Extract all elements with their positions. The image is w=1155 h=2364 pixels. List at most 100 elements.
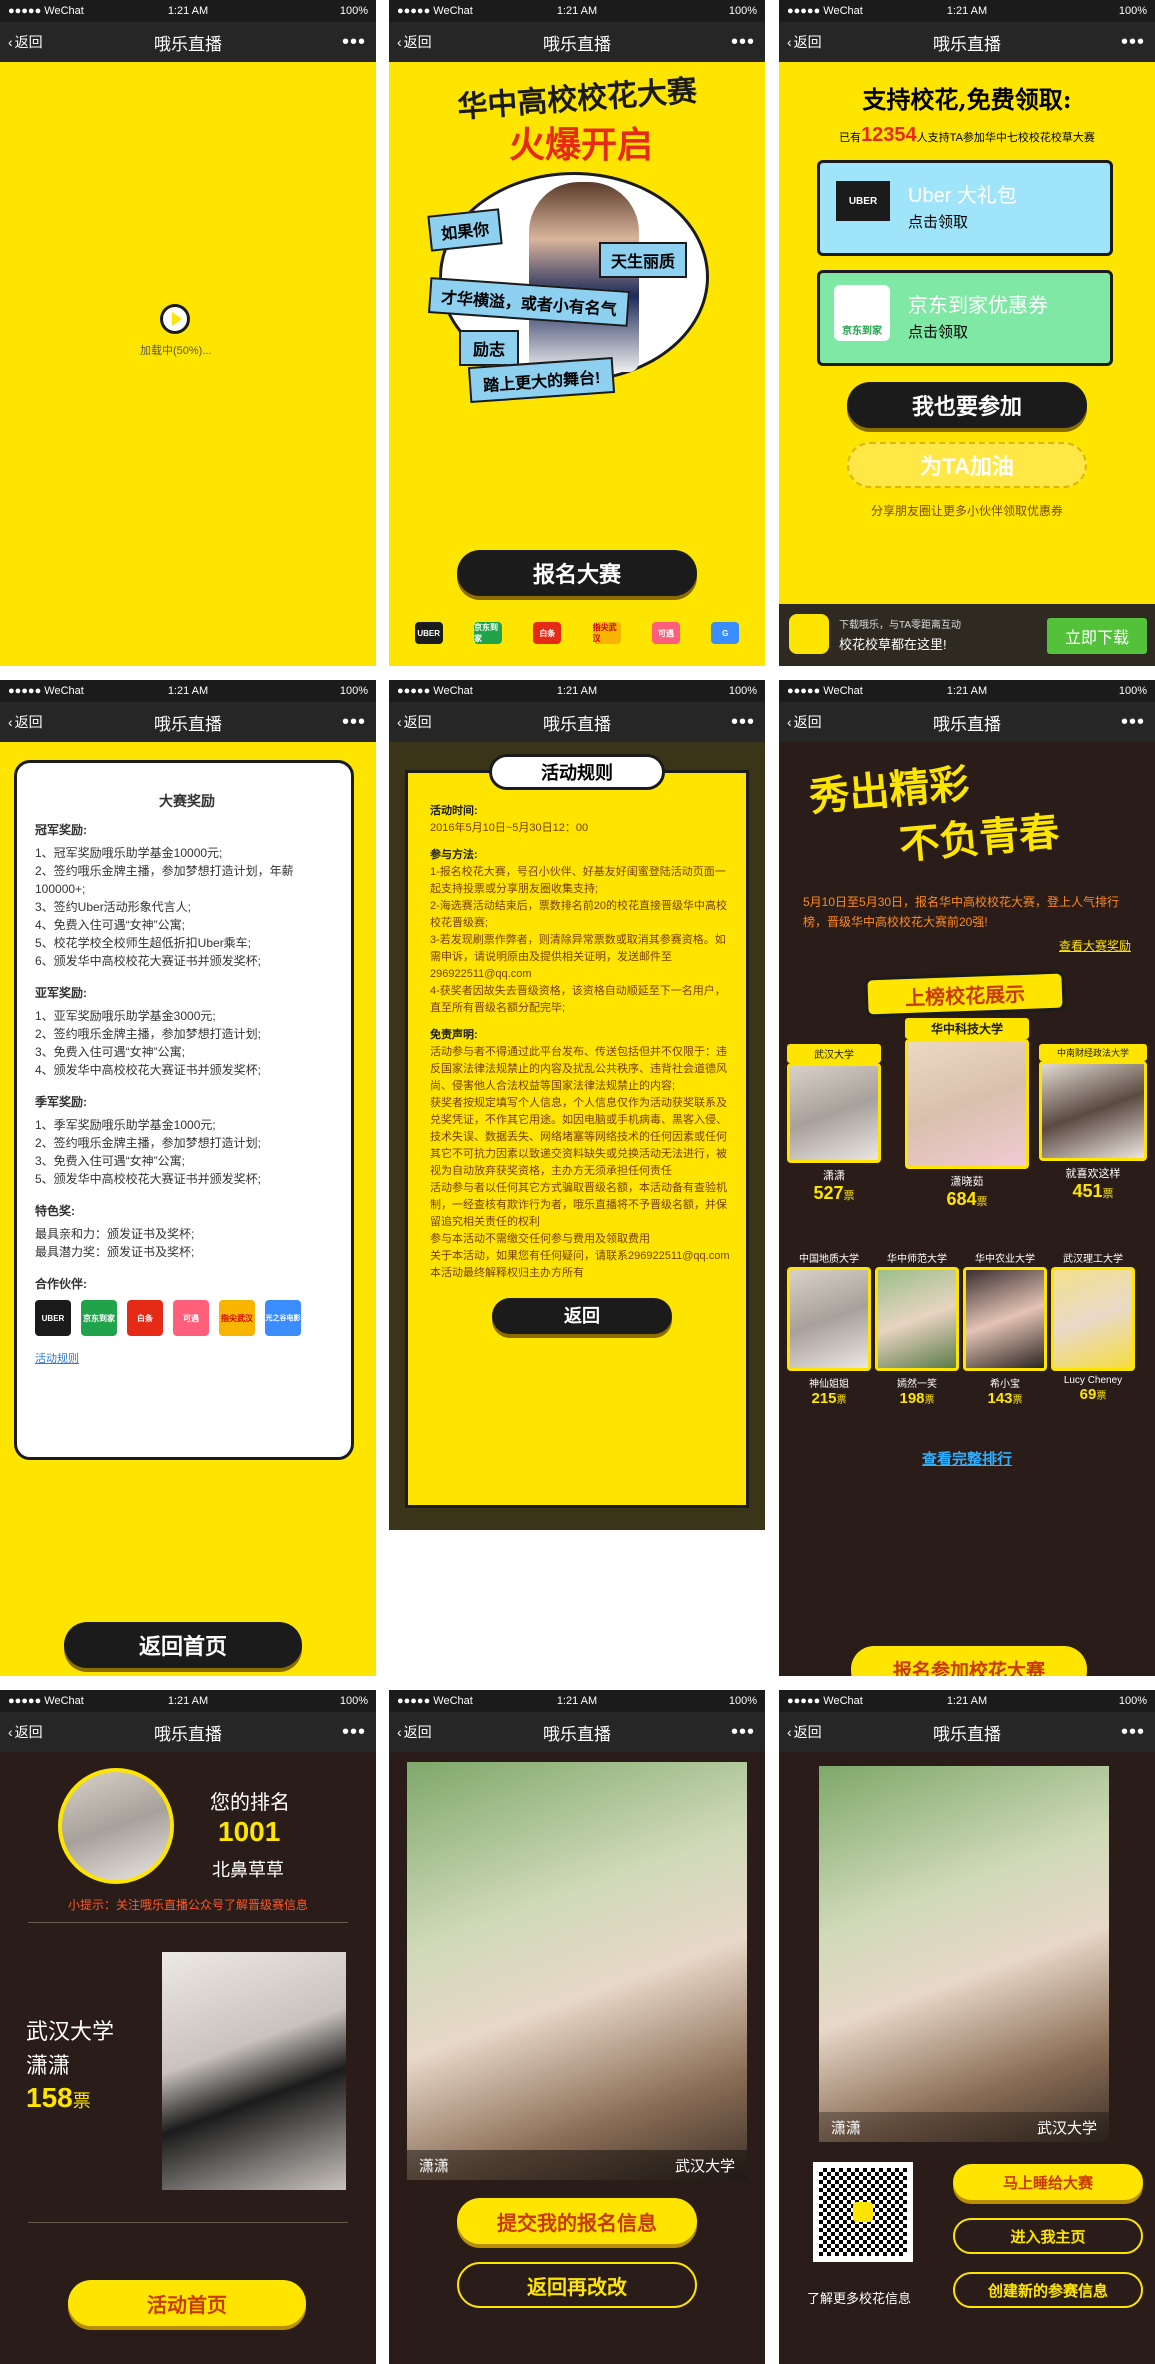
- more-icon[interactable]: •••: [1121, 1721, 1145, 1744]
- contestant-photo: [1039, 1061, 1147, 1161]
- back-button[interactable]: ‹ 返回: [8, 712, 43, 732]
- awards-link[interactable]: 查看大赛奖励: [1059, 937, 1131, 954]
- screen-intro: ●●●●● WeChat 1:21 AM 100% ‹ 返回 哦乐直播 ••• 华…: [389, 0, 765, 666]
- list-item: 6、颁发华中高校校花大赛证书并颁发奖杯;: [35, 954, 262, 968]
- photo-caption: 潇潇 武汉大学: [407, 2150, 747, 2180]
- activity-home-button[interactable]: 活动首页: [68, 2280, 306, 2326]
- vote-count: 527: [813, 1183, 844, 1203]
- ranking-signup-button[interactable]: 报名参加校花大赛: [851, 1646, 1087, 1676]
- back-button[interactable]: ‹ 返回: [397, 32, 432, 52]
- vote-unit: 票: [1102, 1188, 1114, 1200]
- vote-unit: 票: [976, 1196, 988, 1208]
- contestant-photo: [905, 1039, 1029, 1169]
- nav-bar: ‹ 返回 哦乐直播 •••: [779, 1712, 1155, 1752]
- rules-back-button[interactable]: 返回: [492, 1298, 672, 1334]
- signup-button[interactable]: 报名大赛: [457, 550, 697, 596]
- caption-school: 武汉大学: [1036, 2119, 1097, 2137]
- carrier-text: ●●●●● WeChat: [397, 5, 473, 17]
- vote-count: 198: [899, 1390, 925, 1407]
- rank-card[interactable]: 中国地质大学 神仙姐姐 215票: [787, 1250, 871, 1408]
- more-icon[interactable]: •••: [342, 711, 366, 734]
- nav-title: 哦乐直播: [154, 34, 222, 54]
- rank-card[interactable]: 华中师范大学 嫣然一笑 198票: [875, 1250, 959, 1408]
- status-bar: ●●●●● WeChat 1:21 AM 100%: [389, 680, 765, 702]
- third-list: 1、季军奖励哦乐助学基金1000元; 2、签约哦乐金牌主播，参加梦想打造计划; …: [35, 1116, 339, 1188]
- status-bar: ●●●●● WeChat 1:21 AM 100%: [389, 0, 765, 22]
- back-label: 返回: [14, 1724, 43, 1740]
- screen-support: ●●●●● WeChat 1:21 AM 100% ‹ 返回 哦乐直播 ••• 支…: [779, 0, 1155, 666]
- headline-2: 不负青春: [897, 808, 1062, 869]
- rules-link[interactable]: 活动规则: [35, 1350, 339, 1366]
- back-button[interactable]: ‹ 返回: [787, 712, 822, 732]
- divider: [28, 1922, 348, 1923]
- screen-awards: ●●●●● WeChat 1:21 AM 100% ‹ 返回 哦乐直播 ••• 大…: [0, 680, 376, 1676]
- back-label: 返回: [793, 714, 822, 730]
- list-item: 4、颁发华中高校校花大赛证书并颁发奖杯;: [35, 1063, 262, 1077]
- edit-button[interactable]: 返回再改改: [457, 2262, 697, 2308]
- jd-logo: 京东到家: [834, 285, 890, 341]
- enter-home-button[interactable]: 进入我主页: [953, 2218, 1143, 2254]
- contestant-photo: [787, 1267, 871, 1371]
- jd-coupon-card[interactable]: 京东到家 京东到家优惠券 点击领取: [817, 270, 1113, 366]
- back-label: 返回: [403, 34, 432, 50]
- more-icon[interactable]: •••: [731, 711, 755, 734]
- contestant-name: 嫣然一笑: [897, 1379, 937, 1390]
- rank-card[interactable]: 华中科技大学 潇晓茹 684票: [905, 1018, 1029, 1210]
- battery-text: 100%: [1118, 5, 1147, 17]
- runnerup-list: 1、亚军奖励哦乐助学基金3000元; 2、签约哦乐金牌主播，参加梦想打造计划; …: [35, 1007, 339, 1079]
- more-icon[interactable]: •••: [342, 1721, 366, 1744]
- battery-text: 100%: [1118, 685, 1147, 697]
- uber-logo: UBER: [836, 181, 890, 221]
- submit-button[interactable]: 提交我的报名信息: [457, 2198, 697, 2244]
- chevron-left-icon: ‹: [8, 1724, 13, 1740]
- photo-caption: 潇潇 武汉大学: [819, 2112, 1109, 2142]
- rank-label: 您的排名: [210, 1792, 290, 1814]
- nav-bar: ‹ 返回 哦乐直播 •••: [389, 22, 765, 62]
- rank-card[interactable]: 中南财经政法大学 就喜欢这样 451票: [1039, 1044, 1147, 1202]
- sponsor-baitiao: 白条: [533, 622, 562, 644]
- home-button[interactable]: 返回首页: [64, 1622, 302, 1668]
- battery-text: 100%: [728, 5, 757, 17]
- rules-method-heading: 参与方法:: [430, 849, 478, 861]
- more-icon[interactable]: •••: [1121, 711, 1145, 734]
- share-tip: 分享朋友圈让更多小伙伴领取优惠券: [870, 504, 1063, 518]
- back-button[interactable]: ‹ 返回: [8, 32, 43, 52]
- more-icon[interactable]: •••: [342, 31, 366, 54]
- battery-text: 100%: [728, 1695, 757, 1707]
- my-name: 潇潇: [26, 2053, 71, 2078]
- back-button[interactable]: ‹ 返回: [397, 1722, 432, 1742]
- more-icon[interactable]: •••: [731, 1721, 755, 1744]
- back-button[interactable]: ‹ 返回: [787, 32, 822, 52]
- vote-button[interactable]: 马上睡给大赛: [953, 2164, 1143, 2200]
- download-banner: 下载哦乐，与TA零距离互动 校花校草都在这里! 立即下载: [779, 604, 1155, 666]
- back-button[interactable]: ‹ 返回: [397, 712, 432, 732]
- full-ranking-link[interactable]: 查看完整排行: [779, 1448, 1155, 1469]
- support-count: 12354: [861, 124, 917, 146]
- rank-card[interactable]: 武汉大学 潇潇 527票: [787, 1044, 881, 1204]
- uber-coupon-card[interactable]: UBER Uber 大礼包 点击领取: [817, 160, 1113, 256]
- nav-title: 哦乐直播: [154, 1724, 222, 1744]
- status-bar: ●●●●● WeChat 1:21 AM 100%: [389, 1690, 765, 1712]
- back-label: 返回: [793, 34, 822, 50]
- back-label: 返回: [14, 714, 43, 730]
- screen-share: ●●●●● WeChat 1:21 AM 100% ‹ 返回 哦乐直播 ••• 潇…: [779, 1690, 1155, 2364]
- join-button[interactable]: 我也要参加: [847, 382, 1087, 428]
- rank-card[interactable]: 华中农业大学 希小宝 143票: [963, 1250, 1047, 1408]
- download-button[interactable]: 立即下载: [1047, 618, 1147, 654]
- nav-bar: ‹ 返回 哦乐直播 •••: [389, 1712, 765, 1752]
- back-button[interactable]: ‹ 返回: [8, 1722, 43, 1742]
- rules-disclaimer: 活动参与者不得通过此平台发布、传送包括但并不仅限于：违反国家法律法规禁止的内容及…: [430, 1046, 730, 1279]
- screen-submit: ●●●●● WeChat 1:21 AM 100% ‹ 返回 哦乐直播 ••• 潇…: [389, 1690, 765, 2364]
- caption-name: 潇潇: [419, 2157, 450, 2175]
- rank-card[interactable]: 武汉理工大学 Lucy Cheney 69票: [1051, 1250, 1135, 1404]
- showcase-title: 上榜校花展示: [864, 970, 1066, 1018]
- chevron-left-icon: ‹: [787, 714, 792, 730]
- cheer-button[interactable]: 为TA加油: [847, 442, 1087, 488]
- more-icon[interactable]: •••: [1121, 31, 1145, 54]
- more-icon[interactable]: •••: [731, 31, 755, 54]
- school-badge: 武汉大学: [787, 1044, 881, 1063]
- ribbon-4: 励志: [459, 330, 520, 366]
- rules-method: 1-报名校花大赛，号召小伙伴、好基友好闺蜜登陆活动页面一起支持投票或分享朋友圈收…: [430, 866, 728, 1014]
- create-entry-button[interactable]: 创建新的参赛信息: [953, 2272, 1143, 2308]
- back-button[interactable]: ‹ 返回: [787, 1722, 822, 1742]
